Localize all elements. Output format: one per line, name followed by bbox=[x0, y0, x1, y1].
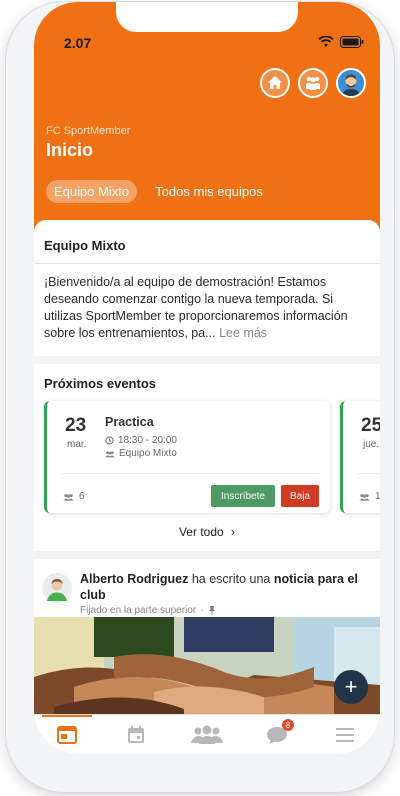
members-icon bbox=[191, 725, 223, 744]
nav-active-indicator bbox=[42, 715, 92, 717]
nav-calendar[interactable] bbox=[126, 725, 150, 747]
post-author[interactable]: Alberto Rodriguez bbox=[80, 572, 188, 586]
chat-badge: 8 bbox=[282, 719, 294, 731]
pinned-label: Fijado en la parte superior bbox=[80, 605, 197, 616]
post-meta: Fijado en la parte superior · bbox=[80, 605, 216, 616]
events-section: Próximos eventos 23 mar. Practica 18:30 … bbox=[34, 364, 380, 551]
event-time: 18:30 - 20:00 bbox=[105, 435, 177, 446]
event-day: 23 bbox=[65, 415, 87, 436]
calendar-icon bbox=[128, 726, 144, 743]
post-action: ha escrito una bbox=[191, 572, 271, 586]
post-headline: Alberto Rodriguez ha escrito una noticia… bbox=[80, 571, 370, 603]
events-carousel[interactable]: 23 mar. Practica 18:30 - 20:00 Equipo Mi… bbox=[34, 401, 380, 513]
event-day: 25 bbox=[361, 415, 380, 436]
app-header: 2.07 FC SportMember Inicio Equipo Mixto … bbox=[34, 2, 380, 238]
event-weekday: jue. bbox=[363, 439, 380, 450]
event-attendee-count: 1 bbox=[375, 491, 380, 502]
welcome-text: ¡Bienvenido/a al equipo de demostración!… bbox=[34, 264, 380, 356]
read-more-link[interactable]: Lee más bbox=[219, 326, 267, 340]
event-team: Equipo Mixto bbox=[105, 448, 177, 459]
notch bbox=[116, 2, 298, 32]
user-avatar bbox=[338, 70, 364, 96]
org-name: FC SportMember bbox=[46, 125, 131, 137]
event-attendees: 6 bbox=[63, 491, 85, 502]
event-divider bbox=[357, 473, 380, 474]
clock-icon bbox=[105, 436, 114, 445]
home-button[interactable] bbox=[260, 68, 290, 98]
attendees-icon bbox=[359, 493, 370, 501]
nav-members[interactable] bbox=[190, 725, 224, 747]
event-card-next[interactable]: 25 jue. 1 bbox=[340, 401, 380, 513]
event-attendee-count: 6 bbox=[79, 491, 85, 502]
chevron-right-icon: › bbox=[231, 525, 236, 539]
attendees-icon bbox=[63, 493, 74, 501]
event-attendees: 1 bbox=[359, 491, 380, 502]
event-time-text: 18:30 - 20:00 bbox=[118, 435, 177, 446]
join-button[interactable]: Inscríbete bbox=[211, 485, 275, 507]
main-content: Equipo Mixto ¡Bienvenido/a al equipo de … bbox=[34, 220, 380, 627]
nav-chat[interactable]: 8 bbox=[266, 719, 294, 747]
plus-icon: + bbox=[344, 674, 358, 699]
events-title: Próximos eventos bbox=[44, 376, 156, 391]
screen: 2.07 FC SportMember Inicio Equipo Mixto … bbox=[34, 2, 380, 754]
pin-icon bbox=[208, 606, 215, 615]
nav-menu[interactable] bbox=[334, 725, 358, 747]
event-weekday: mar. bbox=[67, 439, 87, 450]
team-icon bbox=[306, 76, 320, 90]
section-gap bbox=[34, 551, 380, 559]
page-title: Inicio bbox=[46, 140, 94, 160]
wifi-icon bbox=[318, 36, 334, 48]
leave-button[interactable]: Baja bbox=[281, 485, 319, 507]
team-name: Equipo Mixto bbox=[44, 238, 126, 253]
status-time: 2.07 bbox=[64, 35, 92, 51]
welcome-message: ¡Bienvenido/a al equipo de demostración!… bbox=[44, 275, 348, 340]
pin-icon: · bbox=[200, 605, 204, 616]
header-actions bbox=[260, 68, 366, 98]
status-icons bbox=[318, 36, 364, 48]
team-tabs: Equipo Mixto Todos mis equipos bbox=[46, 180, 271, 203]
event-card[interactable]: 23 mar. Practica 18:30 - 20:00 Equipo Mi… bbox=[44, 401, 330, 513]
event-name: Practica bbox=[105, 415, 154, 429]
author-avatar bbox=[42, 573, 72, 603]
tab-todos-mis-equipos[interactable]: Todos mis equipos bbox=[147, 180, 271, 203]
view-all-label: Ver todo bbox=[178, 525, 224, 539]
add-button[interactable]: + bbox=[334, 670, 368, 704]
group-icon bbox=[105, 450, 115, 457]
view-all-link[interactable]: Ver todo › bbox=[34, 513, 380, 541]
phone-frame: 2.07 FC SportMember Inicio Equipo Mixto … bbox=[6, 2, 394, 792]
post-image[interactable] bbox=[34, 617, 380, 715]
tab-equipo-mixto[interactable]: Equipo Mixto bbox=[46, 180, 138, 203]
battery-icon bbox=[340, 36, 364, 48]
section-gap bbox=[34, 356, 380, 364]
team-card: Equipo Mixto ¡Bienvenido/a al equipo de … bbox=[34, 220, 380, 356]
nav-news[interactable] bbox=[56, 725, 80, 747]
event-divider bbox=[61, 473, 318, 474]
profile-button[interactable] bbox=[336, 68, 366, 98]
home-icon bbox=[268, 76, 282, 89]
bottom-nav: 8 bbox=[34, 714, 380, 754]
news-icon bbox=[57, 726, 77, 744]
menu-icon bbox=[336, 728, 354, 742]
event-team-text: Equipo Mixto bbox=[119, 448, 177, 459]
team-button[interactable] bbox=[298, 68, 328, 98]
